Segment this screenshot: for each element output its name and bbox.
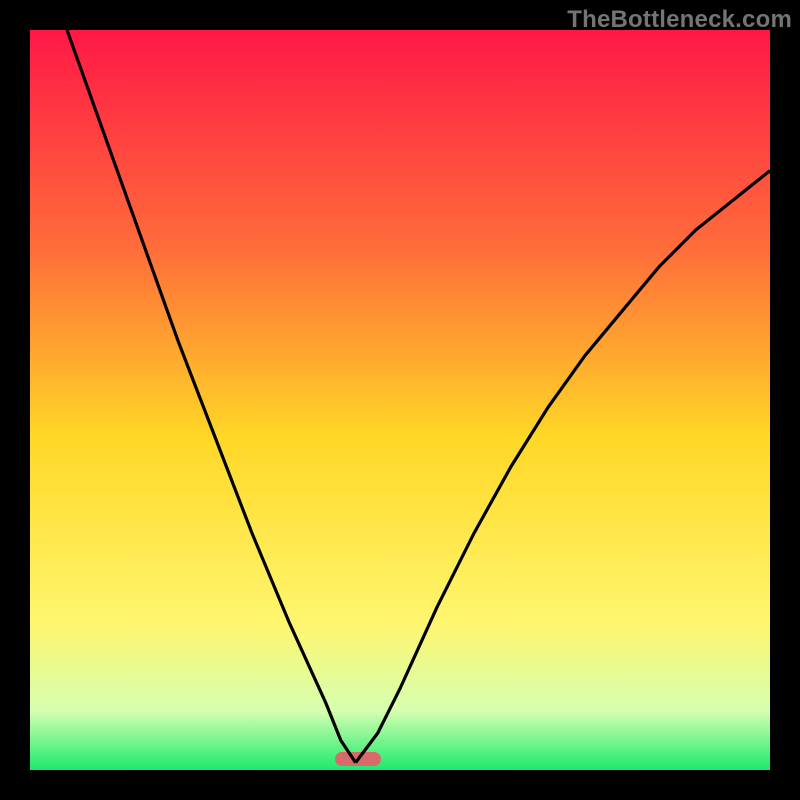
right-curve <box>356 171 770 763</box>
curves-svg <box>30 30 770 770</box>
left-curve <box>67 30 356 763</box>
plot-area <box>30 30 770 770</box>
